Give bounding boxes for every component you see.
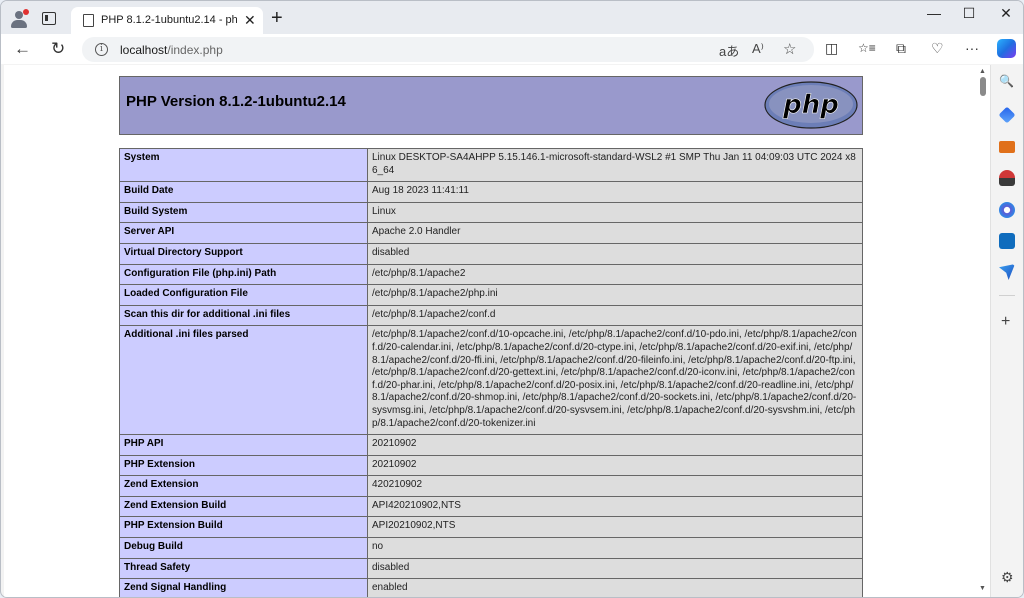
tab-title: PHP 8.1.2-1ubuntu2.14 - phpinfo bbox=[101, 14, 237, 26]
row-value: /etc/php/8.1/apache2 bbox=[367, 263, 863, 286]
table-row: PHP API 20210902 bbox=[119, 434, 863, 456]
row-value: Linux bbox=[367, 201, 863, 224]
tab-strip: PHP 8.1.2-1ubuntu2.14 - phpinfo ✕ + — ☐ … bbox=[1, 1, 1023, 35]
row-value: /etc/php/8.1/apache2/conf.d bbox=[367, 304, 863, 327]
notification-dot bbox=[23, 9, 29, 15]
page-title: PHP Version 8.1.2-1ubuntu2.14 bbox=[126, 93, 346, 110]
vertical-scrollbar[interactable]: ▲ ▼ bbox=[976, 65, 990, 597]
row-key: Debug Build bbox=[119, 537, 368, 559]
row-key: Zend Extension bbox=[119, 475, 368, 497]
svg-text:php: php bbox=[782, 90, 839, 120]
table-row: Zend Extension 420210902 bbox=[119, 475, 863, 497]
scrollbar-thumb[interactable] bbox=[980, 77, 986, 96]
row-value: /etc/php/8.1/apache2/conf.d/10-opcache.i… bbox=[367, 325, 863, 436]
row-key: Additional .ini files parsed bbox=[119, 325, 368, 436]
table-row: Virtual Directory Support disabled bbox=[119, 242, 863, 265]
phpinfo-header: PHP Version 8.1.2-1ubuntu2.14 php bbox=[119, 76, 863, 135]
table-row: PHP Extension Build API20210902,NTS bbox=[119, 516, 863, 539]
row-key: PHP API bbox=[119, 434, 368, 456]
send-icon[interactable] bbox=[999, 264, 1015, 280]
add-sidebar-app-icon[interactable]: + bbox=[1001, 313, 1010, 331]
row-key: Virtual Directory Support bbox=[119, 242, 368, 265]
browser-essentials-icon[interactable]: ♡ bbox=[931, 40, 944, 57]
row-key: PHP Extension Build bbox=[119, 516, 368, 539]
tab-actions-icon[interactable] bbox=[42, 12, 56, 25]
row-key: Loaded Configuration File bbox=[119, 284, 368, 306]
page-icon bbox=[83, 14, 94, 27]
page-viewport: PHP Version 8.1.2-1ubuntu2.14 php System… bbox=[4, 65, 976, 597]
row-key: Thread Safety bbox=[119, 557, 368, 580]
table-row: Zend Signal Handling enabled bbox=[119, 578, 863, 597]
php-logo-icon: php bbox=[764, 81, 858, 129]
split-screen-icon[interactable]: ◫ bbox=[825, 40, 838, 57]
close-tab-icon[interactable]: ✕ bbox=[244, 12, 256, 29]
row-value: Apache 2.0 Handler bbox=[367, 222, 863, 244]
row-key: Server API bbox=[119, 222, 368, 244]
row-value: disabled bbox=[367, 557, 863, 580]
table-row: Configuration File (php.ini) Path/etc/ph… bbox=[119, 263, 863, 286]
more-menu-icon[interactable]: ··· bbox=[965, 40, 979, 56]
address-bar[interactable]: i localhost/index.php aあ A⁾ ☆ bbox=[82, 37, 814, 62]
browser-window: PHP 8.1.2-1ubuntu2.14 - phpinfo ✕ + — ☐ … bbox=[0, 0, 1024, 598]
toolbar: ← ↻ i localhost/index.php aあ A⁾ ☆ ◫ ☆≡ ⧉… bbox=[1, 34, 1023, 64]
sidebar-divider bbox=[999, 295, 1015, 296]
games-icon[interactable] bbox=[999, 170, 1015, 186]
row-key: Scan this dir for additional .ini files bbox=[119, 304, 368, 327]
search-icon[interactable]: 🔍 bbox=[999, 74, 1015, 90]
row-key: Build Date bbox=[119, 181, 368, 203]
shopping-tag-icon[interactable] bbox=[998, 106, 1016, 124]
new-tab-button[interactable]: + bbox=[271, 7, 283, 30]
tools-icon[interactable] bbox=[999, 141, 1015, 153]
row-value: API420210902,NTS bbox=[367, 495, 863, 518]
table-row: System Linux DESKTOP-SA4AHPP 5.15.146.1-m… bbox=[119, 147, 863, 183]
table-row: Build Date Aug 18 2023 11:41:11 bbox=[119, 181, 863, 203]
row-key: Configuration File (php.ini) Path bbox=[119, 263, 368, 286]
table-row: Zend Extension Build API420210902,NTS bbox=[119, 495, 863, 518]
row-key: PHP Extension bbox=[119, 454, 368, 477]
refresh-button[interactable]: ↻ bbox=[51, 39, 65, 59]
outlook-icon[interactable] bbox=[999, 233, 1015, 249]
url-text[interactable]: localhost/index.php bbox=[120, 43, 223, 57]
favorite-star-icon[interactable]: ☆ bbox=[783, 40, 796, 58]
back-button[interactable]: ← bbox=[14, 39, 31, 59]
close-window-button[interactable]: ✕ bbox=[983, 5, 1023, 22]
tab-phpinfo[interactable]: PHP 8.1.2-1ubuntu2.14 - phpinfo ✕ bbox=[71, 7, 263, 35]
row-value: API20210902,NTS bbox=[367, 516, 863, 539]
copilot-icon[interactable] bbox=[997, 39, 1016, 58]
info-icon[interactable]: i bbox=[95, 43, 108, 56]
row-key: System bbox=[119, 147, 368, 183]
edge-sidebar: 🔍 + ⚙ bbox=[990, 65, 1023, 597]
row-value: enabled bbox=[367, 578, 863, 597]
favorites-icon[interactable]: ☆≡ bbox=[858, 41, 876, 55]
table-row: Build System Linux bbox=[119, 201, 863, 224]
row-key: Zend Signal Handling bbox=[119, 578, 368, 597]
table-row: Debug Build no bbox=[119, 537, 863, 559]
row-key: Build System bbox=[119, 201, 368, 224]
read-aloud-icon[interactable]: A⁾ bbox=[752, 41, 764, 57]
row-value: Linux DESKTOP-SA4AHPP 5.15.146.1-microso… bbox=[367, 147, 863, 183]
scroll-down-arrow-icon[interactable]: ▼ bbox=[979, 585, 986, 592]
phpinfo-table: System Linux DESKTOP-SA4AHPP 5.15.146.1-m… bbox=[119, 147, 863, 597]
phpinfo-container: PHP Version 8.1.2-1ubuntu2.14 php System… bbox=[119, 76, 863, 597]
m365-icon[interactable] bbox=[999, 202, 1015, 218]
table-row: Server API Apache 2.0 Handler bbox=[119, 222, 863, 244]
row-value: 20210902 bbox=[367, 454, 863, 477]
row-value: 20210902 bbox=[367, 434, 863, 456]
profile-icon[interactable] bbox=[10, 9, 29, 28]
translate-icon[interactable]: aあ bbox=[719, 41, 739, 60]
row-value: 420210902 bbox=[367, 475, 863, 497]
sidebar-settings-gear-icon[interactable]: ⚙ bbox=[1001, 569, 1014, 586]
collections-icon[interactable]: ⧉ bbox=[896, 40, 906, 57]
table-row: Additional .ini files parsed/etc/php/8.1… bbox=[119, 325, 863, 436]
row-value: no bbox=[367, 537, 863, 559]
table-row: Scan this dir for additional .ini files /… bbox=[119, 304, 863, 327]
row-value: Aug 18 2023 11:41:11 bbox=[367, 181, 863, 203]
table-row: Loaded Configuration File/etc/php/8.1/ap… bbox=[119, 284, 863, 306]
row-key: Zend Extension Build bbox=[119, 495, 368, 518]
row-value: /etc/php/8.1/apache2/php.ini bbox=[367, 284, 863, 306]
row-value: disabled bbox=[367, 242, 863, 265]
scroll-up-arrow-icon[interactable]: ▲ bbox=[979, 68, 986, 75]
table-row: Thread Safety disabled bbox=[119, 557, 863, 580]
table-row: PHP Extension 20210902 bbox=[119, 454, 863, 477]
